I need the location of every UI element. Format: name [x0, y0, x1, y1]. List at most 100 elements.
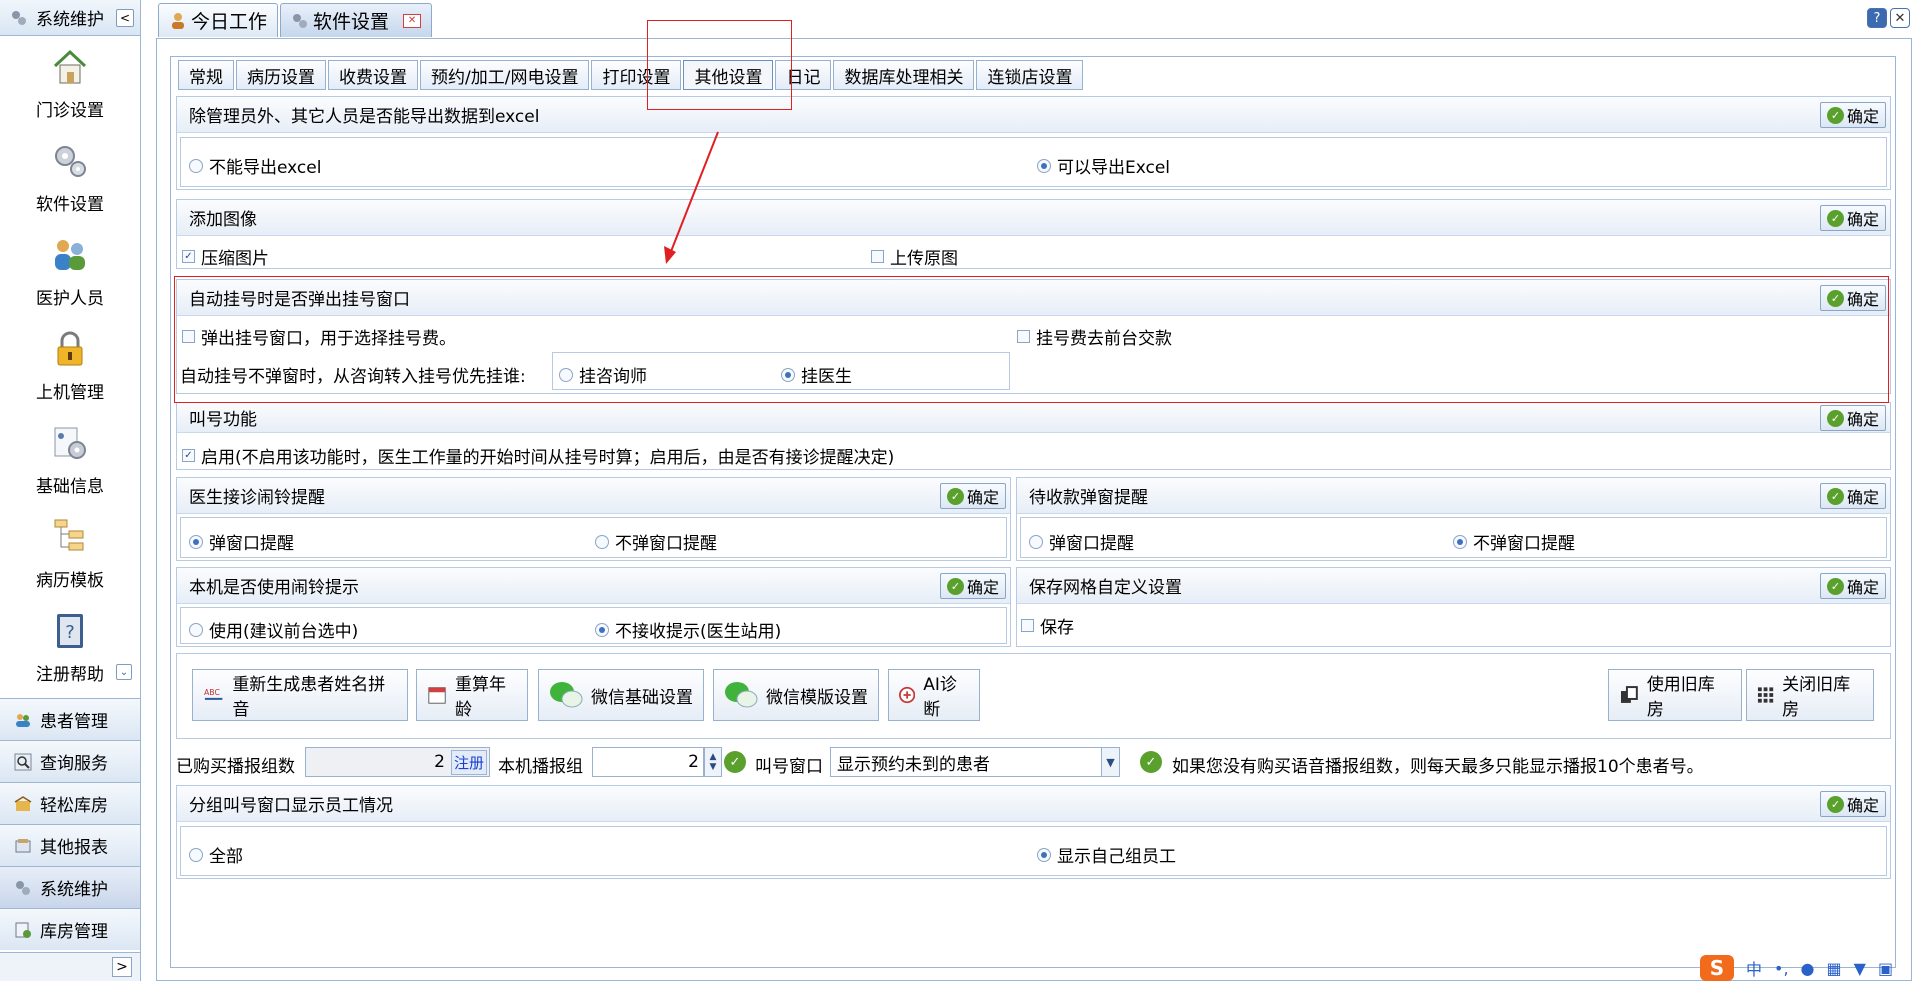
- radio-popup-alarm[interactable]: 弹窗口提醒: [1029, 529, 1134, 554]
- radio-icon: [189, 534, 203, 549]
- scroll-down-icon[interactable]: ⌄: [116, 664, 132, 680]
- stepper-arrows-icon[interactable]: ▲ ▼: [704, 747, 722, 777]
- sogou-logo-icon[interactable]: S: [1700, 955, 1734, 981]
- module-other-reports[interactable]: 其他报表: [0, 824, 140, 866]
- help-icon[interactable]: ?: [1867, 8, 1887, 28]
- tab-other-settings[interactable]: 其他设置: [683, 60, 774, 90]
- sidebar-item-clinic-settings[interactable]: 门诊设置: [0, 42, 140, 136]
- module-system-maintenance[interactable]: 系统维护: [0, 866, 140, 908]
- use-old-warehouse-button[interactable]: 使用旧库房: [1608, 669, 1742, 721]
- check-icon[interactable]: ✓: [724, 751, 746, 773]
- option-label: 可以导出Excel: [1057, 158, 1171, 178]
- chevron-right-icon[interactable]: >: [112, 957, 132, 977]
- option-label: 弹出挂号窗口，用于选择挂号费。: [201, 329, 456, 349]
- sidebar-header[interactable]: 系统维护 <: [0, 0, 140, 36]
- tab-diary[interactable]: 日记: [775, 60, 832, 90]
- tab-chain-settings[interactable]: 连锁店设置: [976, 60, 1084, 90]
- option-box: 弹窗口提醒 不弹窗口提醒: [1020, 517, 1887, 558]
- check-icon: ✓: [1826, 209, 1844, 227]
- confirm-label: 确定: [1846, 488, 1879, 507]
- radio-icon: [189, 158, 203, 173]
- confirm-button[interactable]: ✓ 确定: [1820, 573, 1886, 599]
- sidebar-item-staff[interactable]: 医护人员: [0, 230, 140, 324]
- module-easy-warehouse[interactable]: 轻松库房: [0, 782, 140, 824]
- module-patient-management[interactable]: 患者管理: [0, 698, 140, 740]
- option-box: 弹窗口提醒 不弹窗口提醒: [180, 517, 1007, 558]
- checkbox-enable-call[interactable]: ✓ 启用(不启用该功能时，医生工作量的开始时间从挂号时算；启用后，由是否有接诊提醒…: [182, 443, 894, 468]
- radio-all[interactable]: 全部: [189, 842, 243, 867]
- sidebar-item-registration-help[interactable]: ? 注册帮助: [0, 606, 140, 700]
- checkbox-popup-register[interactable]: 弹出挂号窗口，用于选择挂号费。: [182, 324, 456, 349]
- confirm-button[interactable]: ✓ 确定: [1820, 285, 1886, 311]
- image-section: 添加图像 ✓ 确定 ✓ 压缩图片 上传原图: [176, 199, 1891, 269]
- radio-icon: [1029, 534, 1043, 549]
- radio-no-popup-alarm[interactable]: 不弹窗口提醒: [595, 529, 717, 554]
- skin-icon[interactable]: ▼: [1854, 959, 1866, 978]
- radio-can-export[interactable]: 可以导出Excel: [1037, 153, 1170, 178]
- sidebar-item-software-settings[interactable]: 软件设置: [0, 136, 140, 230]
- tab-appointment-settings[interactable]: 预约/加工/网电设置: [420, 60, 590, 90]
- close-old-warehouse-button[interactable]: 关闭旧库房: [1746, 669, 1874, 721]
- radio-popup-alarm[interactable]: 弹窗口提醒: [189, 529, 294, 554]
- recalculate-age-button[interactable]: 重算年龄: [416, 669, 528, 721]
- register-link[interactable]: 注册: [450, 749, 487, 775]
- tab-charge-settings[interactable]: 收费设置: [328, 60, 418, 90]
- sidebar-item-machine-management[interactable]: 上机管理: [0, 324, 140, 418]
- confirm-button[interactable]: ✓ 确定: [940, 573, 1006, 599]
- checkbox-compress[interactable]: ✓ 压缩图片: [182, 244, 269, 269]
- ai-diagnosis-button[interactable]: AI诊断: [888, 669, 980, 721]
- radio-no-popup-alarm[interactable]: 不弹窗口提醒: [1453, 529, 1575, 554]
- confirm-button[interactable]: ✓ 确定: [1820, 405, 1886, 431]
- module-warehouse-management[interactable]: 库房管理: [0, 908, 140, 950]
- confirm-button[interactable]: ✓ 确定: [1820, 205, 1886, 231]
- confirm-button[interactable]: ✓ 确定: [1820, 102, 1886, 128]
- module-label: 患者管理: [40, 712, 108, 732]
- radio-own-group[interactable]: 显示自己组员工: [1037, 842, 1176, 867]
- radio-consultant[interactable]: 挂咨询师: [559, 362, 647, 387]
- wechat-basic-settings-button[interactable]: 微信基础设置: [538, 669, 704, 721]
- radio-no-export[interactable]: 不能导出excel: [189, 153, 321, 178]
- collapse-icon[interactable]: <: [116, 9, 134, 27]
- tab-general[interactable]: 常规: [178, 60, 234, 90]
- call-window-select[interactable]: 显示预约未到的患者 ▼: [830, 747, 1120, 777]
- regenerate-pinyin-button[interactable]: ABC 重新生成患者姓名拼音: [192, 669, 408, 721]
- keyboard-icon[interactable]: ▦: [1827, 959, 1842, 978]
- tab-print-settings[interactable]: 打印设置: [591, 60, 682, 90]
- punctuation-icon[interactable]: •,: [1774, 959, 1789, 978]
- close-icon[interactable]: ✕: [1890, 8, 1910, 28]
- sidebar-item-label: 软件设置: [36, 195, 104, 215]
- help-book-icon: ?: [57, 614, 83, 648]
- tab-database[interactable]: 数据库处理相关: [833, 60, 975, 90]
- ime-language-toggle[interactable]: 中: [1746, 956, 1762, 980]
- toolbox-icon[interactable]: ▣: [1878, 959, 1893, 978]
- tab-today-work[interactable]: 今日工作: [158, 3, 279, 37]
- sidebar-item-basic-info[interactable]: 基础信息: [0, 418, 140, 512]
- radio-no-alarm[interactable]: 不接收提示(医生站用): [595, 617, 781, 642]
- tree-icon: [54, 519, 84, 551]
- radio-use-alarm[interactable]: 使用(建议前台选中): [189, 617, 358, 642]
- checkbox-pay-front[interactable]: 挂号费去前台交款: [1017, 324, 1172, 349]
- local-group-stepper[interactable]: 2: [592, 747, 704, 777]
- confirm-button[interactable]: ✓ 确定: [1820, 483, 1886, 509]
- tab-record-settings[interactable]: 病历设置: [236, 60, 326, 90]
- report-icon: [15, 838, 31, 852]
- check-icon[interactable]: ✓: [1140, 751, 1162, 773]
- confirm-button[interactable]: ✓ 确定: [940, 483, 1006, 509]
- radio-doctor[interactable]: 挂医生: [781, 362, 852, 387]
- tab-software-settings[interactable]: 软件设置 ✕: [280, 3, 433, 37]
- confirm-button[interactable]: ✓ 确定: [1820, 791, 1886, 817]
- section-title: 保存网格自定义设置 ✓ 确定: [1017, 568, 1890, 604]
- button-label: 微信模版设置: [766, 687, 868, 708]
- close-icon[interactable]: ✕: [403, 13, 422, 28]
- option-label: 启用(不启用该功能时，医生工作量的开始时间从挂号时算；启用后，由是否有接诊提醒决…: [201, 448, 895, 468]
- option-label: 压缩图片: [201, 249, 269, 269]
- bought-groups-label: 已购买播报组数: [176, 757, 295, 777]
- wechat-template-settings-button[interactable]: 微信模版设置: [713, 669, 879, 721]
- checkbox-save-grid[interactable]: 保存: [1021, 613, 1074, 638]
- microphone-icon[interactable]: ●: [1801, 959, 1815, 978]
- module-query-service[interactable]: 查询服务: [0, 740, 140, 782]
- sidebar: 系统维护 < 门诊设置 软件设置 医护人员 上机管理 基础信息 病历模板 ? 注…: [0, 0, 141, 981]
- button-label: 使用旧库房: [1646, 675, 1715, 720]
- checkbox-upload-original[interactable]: 上传原图: [871, 244, 958, 269]
- sidebar-item-record-templates[interactable]: 病历模板: [0, 512, 140, 606]
